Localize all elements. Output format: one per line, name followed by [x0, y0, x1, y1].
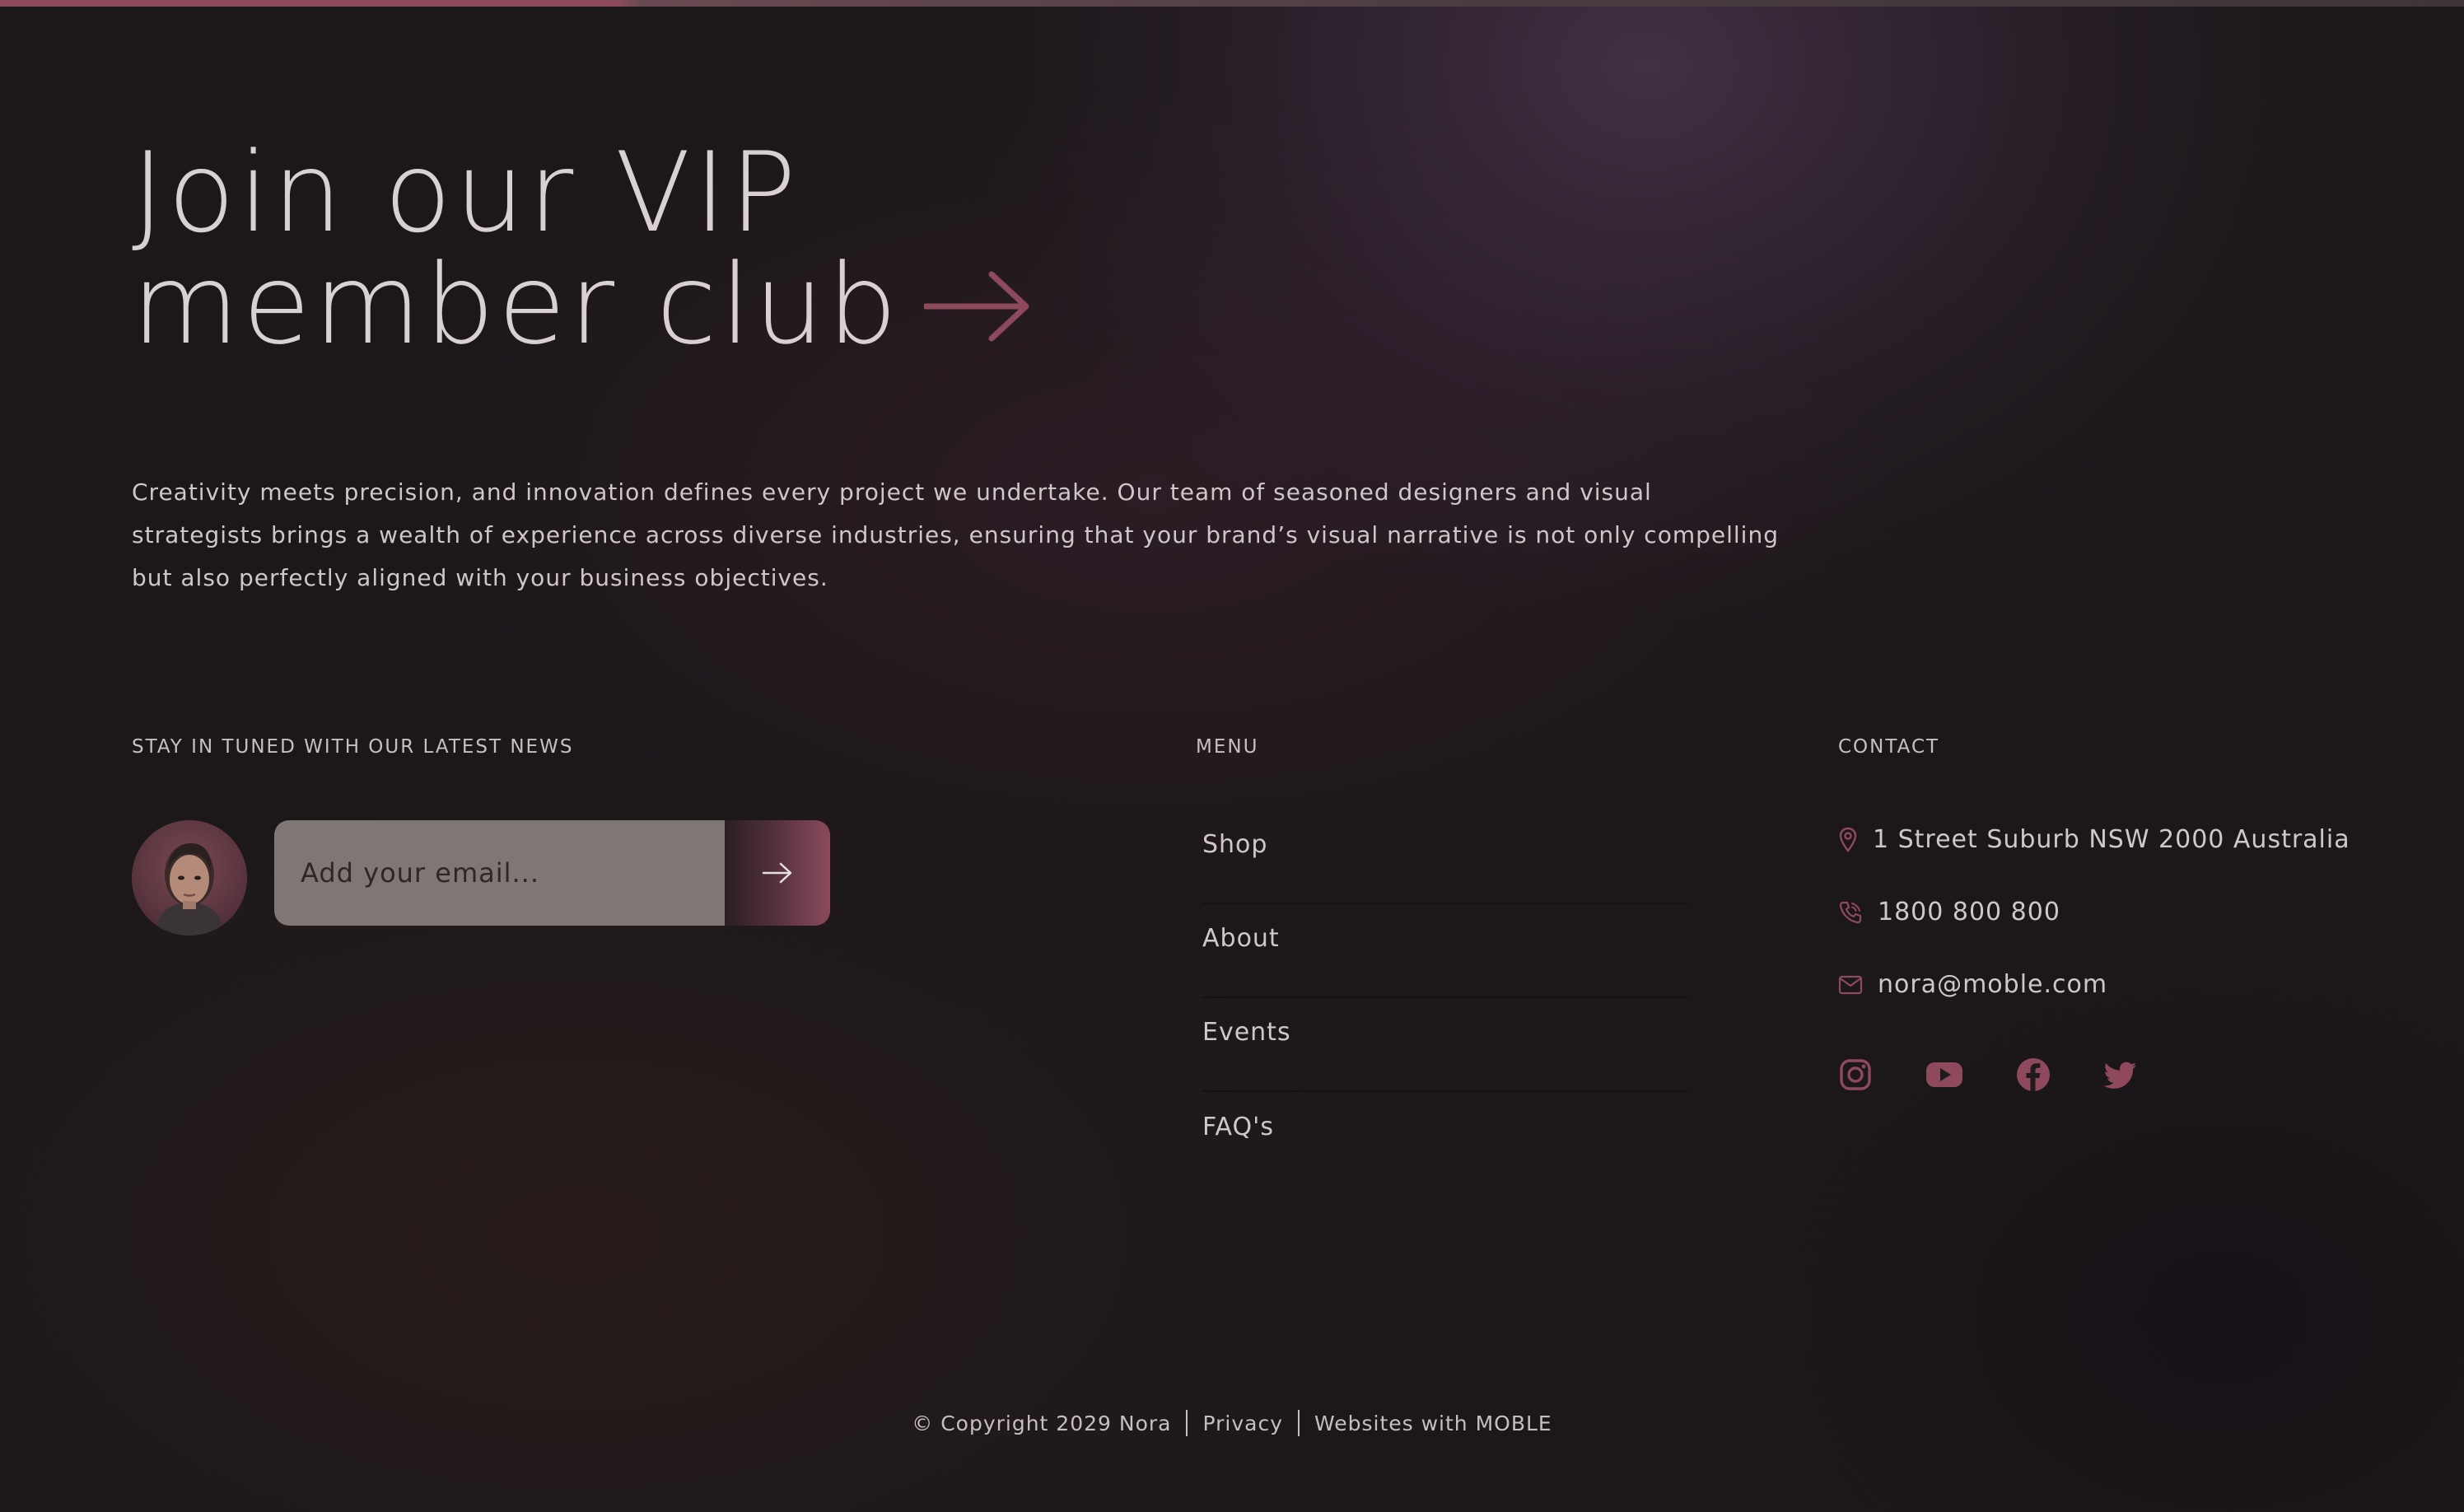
menu-item-label: About — [1202, 923, 1280, 953]
map-pin-icon — [1839, 827, 1857, 852]
phone-icon — [1839, 901, 1862, 923]
copyright-text: © Copyright 2029 Nora — [912, 1411, 1172, 1435]
subscribe-button[interactable] — [725, 820, 830, 926]
footer-bar: © Copyright 2029 Nora Privacy Websites w… — [0, 1410, 2464, 1436]
arrow-right-icon — [762, 862, 792, 884]
arrow-right-icon[interactable] — [923, 269, 1031, 343]
mail-icon — [1838, 975, 1863, 994]
menu-item-label: Events — [1202, 1017, 1291, 1047]
email-text: nora@moble.com — [1878, 970, 2108, 999]
privacy-link[interactable]: Privacy — [1202, 1412, 1283, 1435]
menu-item-events[interactable]: Events — [1202, 998, 1688, 1092]
top-progress-bar — [0, 0, 2464, 7]
menu-item-about[interactable]: About — [1202, 904, 1688, 998]
social-links — [1838, 1057, 2138, 1092]
menu-item-label: FAQ's — [1202, 1112, 1274, 1141]
address-text: 1 Street Suburb NSW 2000 Australia — [1873, 825, 2350, 854]
footer-divider — [1297, 1410, 1300, 1436]
contact-address: 1 Street Suburb NSW 2000 Australia — [1838, 825, 2350, 854]
footer-menu: Shop About Events FAQ's — [1202, 810, 1688, 1186]
newsletter-form — [274, 820, 830, 926]
instagram-icon[interactable] — [1838, 1057, 1873, 1092]
footer-page: Join our VIP member club Creativity meet… — [0, 0, 2464, 1512]
menu-item-shop[interactable]: Shop — [1202, 810, 1688, 904]
contact-email[interactable]: nora@moble.com — [1838, 970, 2107, 999]
headline-line-2-text: member club — [132, 240, 901, 369]
avatar-portrait — [132, 820, 247, 936]
youtube-icon[interactable] — [1925, 1057, 1963, 1092]
intro-paragraph: Creativity meets precision, and innovati… — [132, 478, 1779, 591]
menu-label: MENU — [1196, 736, 1259, 758]
footer-divider — [1186, 1410, 1188, 1436]
credit-link[interactable]: Websites with MOBLE — [1314, 1412, 1552, 1435]
facebook-icon[interactable] — [2016, 1057, 2051, 1092]
menu-item-label: Shop — [1202, 829, 1268, 859]
headline-line-2: member club — [132, 249, 1031, 361]
page-title: Join our VIP member club — [132, 137, 1031, 361]
contact-phone[interactable]: 1800 800 800 — [1838, 898, 2060, 926]
newsletter-label: STAY IN TUNED WITH OUR LATEST NEWS — [132, 736, 574, 758]
email-field[interactable] — [274, 820, 725, 926]
twitter-icon[interactable] — [2103, 1057, 2138, 1092]
menu-item-faqs[interactable]: FAQ's — [1202, 1092, 1688, 1186]
contact-label: CONTACT — [1838, 736, 1940, 758]
headline-line-1: Join our VIP — [132, 128, 800, 257]
phone-text: 1800 800 800 — [1878, 898, 2060, 926]
avatar — [132, 820, 247, 936]
